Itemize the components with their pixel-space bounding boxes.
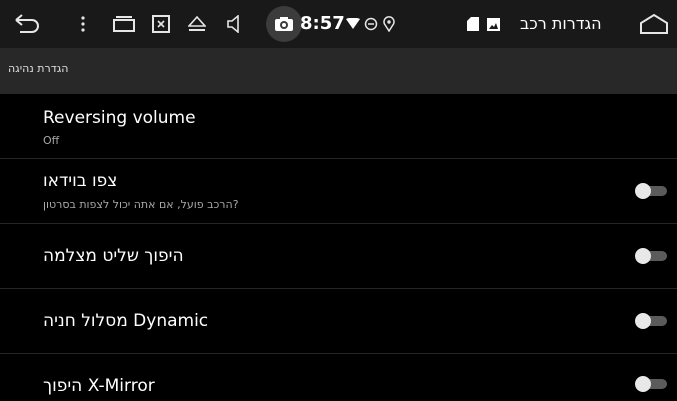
section-title: הגדרת נהיגה xyxy=(8,62,69,75)
status-bar: 8:57 הגדרות רכב xyxy=(0,0,677,48)
x-mirror-flip-toggle[interactable] xyxy=(635,376,667,392)
setting-subtitle: Off xyxy=(43,134,60,147)
more-vertical-icon[interactable] xyxy=(76,0,90,48)
dynamic-parking-path-toggle[interactable] xyxy=(635,313,667,329)
toggle-knob xyxy=(635,376,651,392)
do-not-disturb-icon xyxy=(362,0,380,48)
toggle-knob xyxy=(635,183,651,199)
camera-icon xyxy=(272,0,296,48)
volume-icon[interactable] xyxy=(224,0,244,48)
setting-row-camera-control-flip[interactable]: היפוך שליט מצלמה xyxy=(0,224,677,289)
eject-icon[interactable] xyxy=(186,0,208,48)
section-header: הגדרת נהיגה xyxy=(0,48,677,94)
setting-title: צפו בוידאו xyxy=(43,171,118,191)
recent-apps-icon[interactable] xyxy=(112,0,136,48)
setting-row-x-mirror-flip[interactable]: היפוך X-Mirror xyxy=(0,354,677,401)
setting-row-reversing-volume[interactable]: Reversing volume Off xyxy=(0,94,677,159)
watch-video-toggle[interactable] xyxy=(635,183,667,199)
image-icon xyxy=(484,0,502,48)
setting-subtitle: הרכב פועל, אם אתה יכול לצפות בסרטון? xyxy=(43,198,239,211)
setting-title: היפוך X-Mirror xyxy=(43,376,155,396)
close-window-icon[interactable] xyxy=(150,0,172,48)
setting-title: היפוך שליט מצלמה xyxy=(43,246,184,266)
sd-card-icon xyxy=(464,0,482,48)
camera-control-flip-toggle[interactable] xyxy=(635,248,667,264)
toggle-knob xyxy=(635,248,651,264)
setting-title: Reversing volume xyxy=(43,108,196,128)
setting-title: מסלול חניה Dynamic xyxy=(43,311,209,331)
location-icon xyxy=(380,0,398,48)
setting-row-watch-video[interactable]: צפו בוידאו הרכב פועל, אם אתה יכול לצפות … xyxy=(0,159,677,224)
back-arrow-icon[interactable] xyxy=(10,0,44,48)
clock: 8:57 xyxy=(300,13,345,34)
setting-row-dynamic-parking-path[interactable]: מסלול חניה Dynamic xyxy=(0,289,677,354)
home-icon[interactable] xyxy=(638,0,670,48)
toggle-knob xyxy=(635,313,651,329)
wifi-icon xyxy=(344,0,362,48)
app-title: הגדרות רכב xyxy=(520,14,602,33)
